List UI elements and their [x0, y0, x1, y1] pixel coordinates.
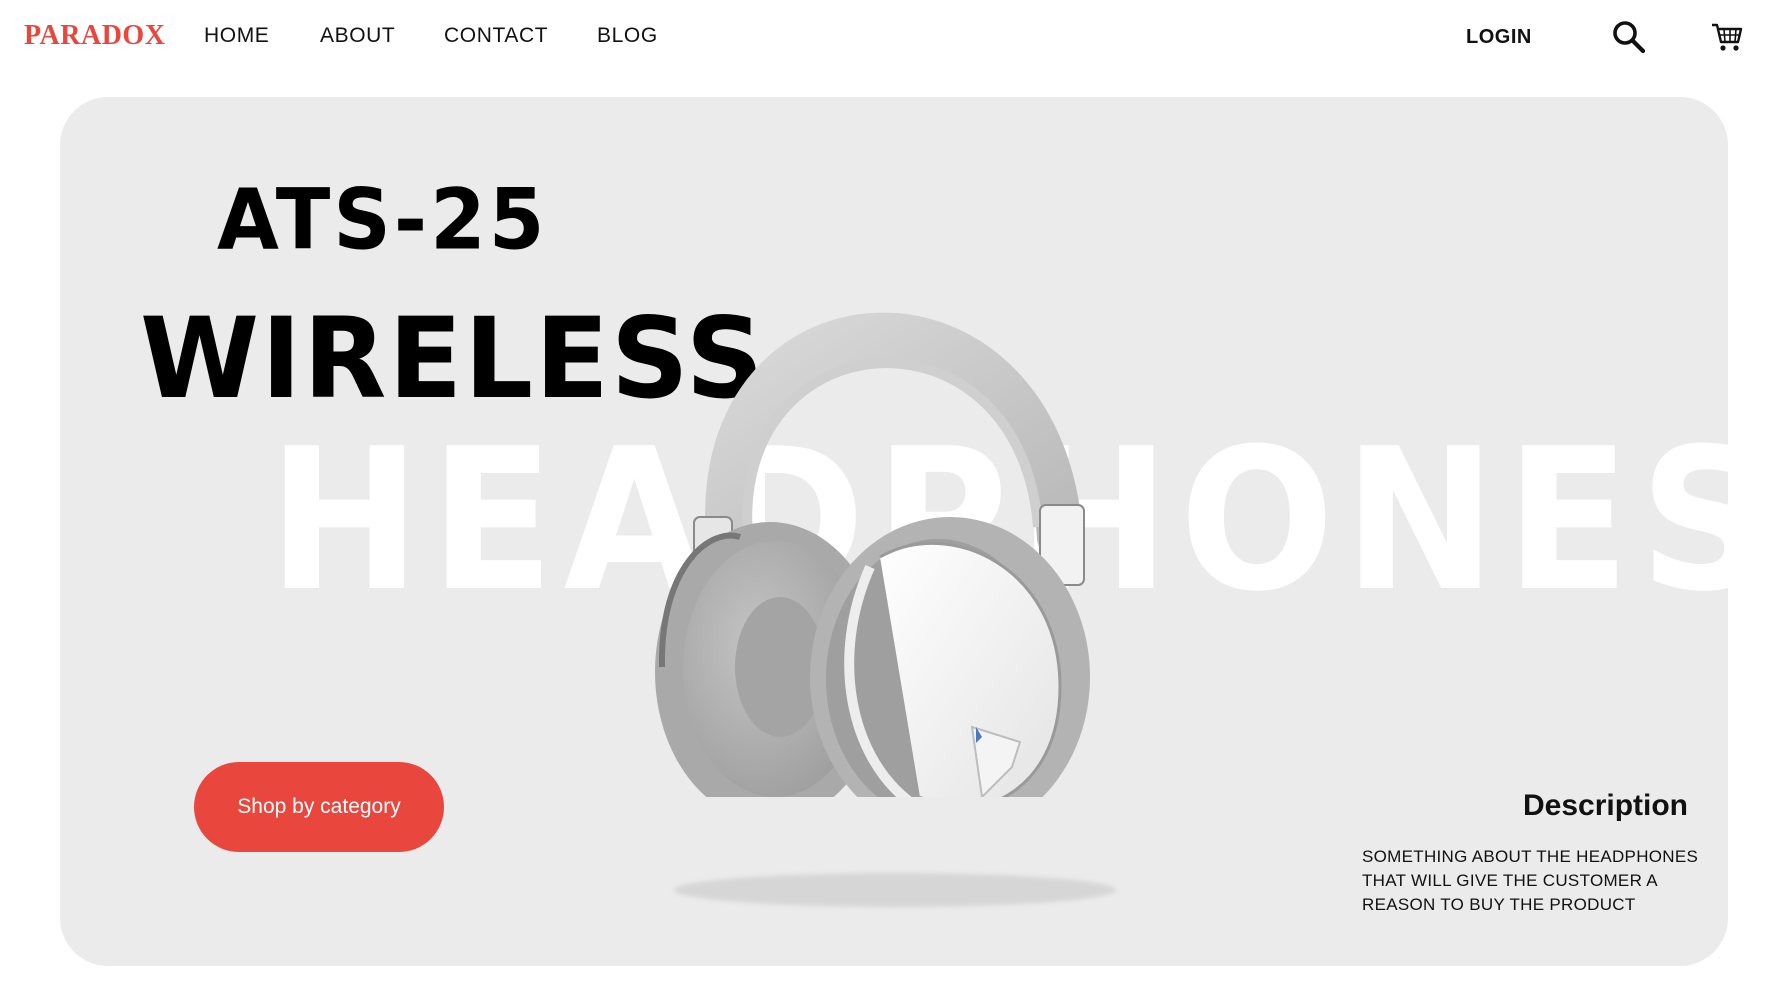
search-icon[interactable]	[1612, 20, 1646, 54]
brand-logo[interactable]: PARADOX	[24, 20, 165, 52]
cart-icon[interactable]	[1710, 20, 1744, 54]
nav-home[interactable]: HOME	[204, 24, 269, 48]
product-shadow	[674, 873, 1116, 907]
login-link[interactable]: LOGIN	[1466, 26, 1532, 49]
description-title: Description	[1522, 789, 1688, 822]
hero-banner: HEADPHONES ATS-25 WIRELESS Shop by categ…	[60, 97, 1728, 966]
description-body: SOMETHING ABOUT THE HEADPHONES THAT WILL…	[1362, 847, 1699, 914]
nav-about[interactable]: ABOUT	[320, 24, 395, 48]
nav-blog[interactable]: BLOG	[597, 24, 658, 48]
nav-contact[interactable]: CONTACT	[444, 24, 548, 48]
headphones-image	[655, 312, 1090, 797]
product-model: ATS-25	[217, 171, 548, 269]
shop-by-category-button[interactable]: Shop by category	[194, 762, 444, 852]
